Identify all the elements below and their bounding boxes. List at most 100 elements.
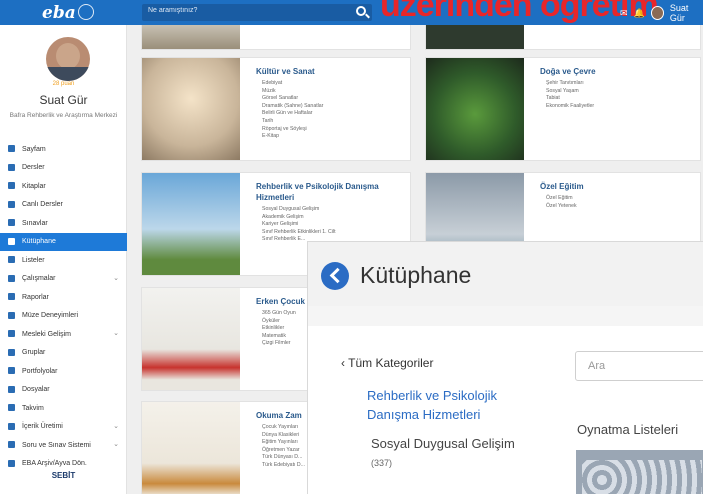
sidebar-item[interactable]: Gruplar (0, 344, 127, 363)
subcategory-link[interactable]: Dünya Klasikleri (262, 432, 305, 440)
subcategory-link[interactable]: Müzik (262, 88, 323, 96)
sidebar-item[interactable]: Mesleki Gelişim ⌄ (0, 325, 127, 344)
subcategory-link[interactable]: Tabiat (546, 95, 594, 103)
sidebar-item-label: Gruplar (22, 349, 46, 357)
sidebar-item[interactable]: Soru ve Sınav Sistemi ⌄ (0, 436, 127, 455)
menu-item-icon (8, 163, 15, 171)
subcategory-link[interactable]: Akademik Gelişim (262, 214, 336, 222)
subcategory-link[interactable]: Röportaj ve Söyleşi (262, 126, 323, 134)
search-icon[interactable] (356, 6, 366, 16)
card-title[interactable]: Doğa ve Çevre (540, 66, 690, 77)
sidebar-item[interactable]: Kitaplar (0, 177, 127, 196)
ministry-seal-icon (78, 4, 94, 20)
points-badge: 28 puan (52, 81, 75, 87)
menu-item-icon (8, 219, 15, 226)
eba-logo[interactable]: eba (42, 3, 76, 23)
subcategory-link[interactable]: Kariyer Gelişimi (262, 221, 336, 229)
subcategory-link[interactable]: E-Kitap (262, 133, 323, 141)
topbar-user-name[interactable]: Suat Gür (670, 3, 703, 23)
sidebar-item-label: Mesleki Gelişim (22, 330, 72, 338)
sidebar-item[interactable]: Canlı Dersler (0, 196, 127, 215)
chevron-down-icon[interactable]: ⌄ (113, 440, 119, 448)
subcategory-link[interactable]: Şehir Tanıtımları (546, 80, 594, 88)
back-arrow-icon[interactable] (321, 262, 349, 290)
partial-card-top-right[interactable] (425, 25, 701, 50)
subcategory-count: (337) (371, 458, 393, 468)
card-thumbnail (142, 173, 240, 275)
sidebar-item[interactable]: Listeler (0, 251, 127, 270)
subcategory-link[interactable]: Edebiyat (262, 80, 323, 88)
sidebar-item[interactable]: Dersler (0, 159, 127, 178)
subcategory-link[interactable]: Sınıf Rehberlik Etkinlikleri 1. Cilt (262, 229, 336, 237)
chevron-down-icon[interactable]: ⌄ (113, 329, 119, 337)
sidebar-item[interactable]: Takvim (0, 399, 127, 418)
card-title[interactable]: Rehberlik ve Psikolojik Danışma Hizmetle… (256, 181, 406, 203)
avatar[interactable] (650, 6, 664, 20)
subcategory-link[interactable]: Sosyal Duygusal Gelişim (262, 206, 336, 214)
partial-card-top-left[interactable] (141, 25, 411, 50)
subcategory-link[interactable]: Türk Edebiyatı D... (262, 462, 305, 470)
sidebar-item[interactable]: Portfolyolar (0, 362, 127, 381)
subcategory-link[interactable]: Eğitim Yayınları (262, 439, 305, 447)
subcategory-link[interactable]: Etkinlikler (262, 325, 296, 333)
subcategory-link[interactable]: Belirli Gün ve Haftalar (262, 110, 323, 118)
sidebar-item-label: Çalışmalar (22, 275, 56, 283)
sidebar-item-label: Portfolyolar (22, 367, 58, 375)
sidebar-item-label: Kitaplar (22, 182, 46, 190)
sidebar-item-label: EBA Arşiv/Ayva Dön. (22, 460, 87, 468)
subcategory-link[interactable]: Sosyal Yaşam (546, 88, 594, 96)
subcategory-link[interactable]: Öyküler (262, 318, 296, 326)
profile-name[interactable]: Suat Gür (0, 93, 127, 107)
menu-item-icon (8, 330, 15, 337)
subcategory-link[interactable]: Çocuk Yayınları (262, 424, 305, 432)
search-placeholder: Ne aramıştınız? (148, 7, 198, 14)
sidebar: 28 puan Suat Gür Bafra Rehberlik ve Araş… (0, 25, 127, 494)
sidebar-item[interactable]: Sınavlar (0, 214, 127, 233)
card-thumbnail (426, 25, 524, 49)
card-doga-cevre[interactable]: Doğa ve Çevre Şehir Tanıtımları Sosyal Y… (425, 57, 701, 161)
subcategory-link[interactable]: 365 Gün Oyun (262, 310, 296, 318)
sidebar-item[interactable]: İçerik Üretimi ⌄ (0, 418, 127, 437)
sidebar-item[interactable]: Raporlar (0, 288, 127, 307)
subcategory-link[interactable]: Dramatik (Sahne) Sanatlar (262, 103, 323, 111)
bell-icon[interactable]: 🔔 (634, 8, 645, 19)
subcategory-link[interactable]: Ekonomik Faaliyetler (546, 103, 594, 111)
library-search-placeholder: Ara (588, 360, 606, 372)
card-thumbnail (142, 25, 240, 49)
sidebar-item[interactable]: Dosyalar (0, 381, 127, 400)
subcategory-link[interactable]: Özel Eğitim (546, 195, 577, 203)
sidebar-item-label: Sınavlar (22, 219, 48, 227)
card-subcategories: Edebiyat Müzik Görsel Sanatlar Dramatik … (262, 80, 323, 141)
card-title[interactable]: Özel Eğitim (540, 181, 690, 192)
chevron-down-icon[interactable]: ⌄ (113, 422, 119, 430)
sidebar-item-label: Müze Deneyimleri (22, 312, 79, 320)
sidebar-item[interactable]: Sayfam (0, 140, 127, 159)
card-title[interactable]: Kültür ve Sanat (256, 66, 406, 77)
subcategory-link[interactable]: Görsel Sanatlar (262, 95, 323, 103)
subcategory-link[interactable]: Öğretmen Yazar (262, 447, 305, 455)
page-title: Kütüphane (360, 262, 472, 288)
sidebar-menu: Sayfam Dersler Kitaplar Canlı Dersler Sınavl… (0, 140, 127, 473)
subcategory-link[interactable]: Özel Yetenek (546, 203, 577, 211)
selected-category[interactable]: Rehberlik ve Psikolojik Danışma Hizmetle… (367, 386, 517, 424)
sidebar-item[interactable]: Çalışmalar ⌄ (0, 270, 127, 289)
card-kultur-sanat[interactable]: Kültür ve Sanat Edebiyat Müzik Görsel Sa… (141, 57, 411, 161)
sidebar-item[interactable]: Müze Deneyimleri (0, 307, 127, 326)
library-search-input[interactable]: Ara (575, 351, 703, 381)
subcategory-item[interactable]: Sosyal Duygusal Gelişim (371, 436, 515, 451)
library-panel: Kütüphane ‹ Tüm Kategoriler Rehberlik ve… (307, 241, 703, 494)
menu-item-icon (8, 441, 15, 448)
messages-icon[interactable]: ✉ (620, 8, 628, 19)
playlist-thumbnail[interactable] (576, 450, 703, 494)
all-categories-link[interactable]: ‹ Tüm Kategoriler (341, 356, 433, 370)
subcategory-link[interactable]: Matematik (262, 333, 296, 341)
sidebar-item[interactable]: Kütüphane (0, 232, 127, 251)
subcategory-link[interactable]: Çizgi Filmler (262, 340, 296, 348)
library-body: ‹ Tüm Kategoriler Rehberlik ve Psikoloji… (308, 326, 703, 494)
chevron-down-icon[interactable]: ⌄ (113, 274, 119, 282)
subcategory-link[interactable]: Türk Dünyası D... (262, 454, 305, 462)
search-bar[interactable]: Ne aramıştınız? (142, 4, 372, 21)
profile-photo[interactable] (46, 37, 90, 81)
sebit-logo: SEBİT (51, 471, 76, 480)
subcategory-link[interactable]: Tarih (262, 118, 323, 126)
